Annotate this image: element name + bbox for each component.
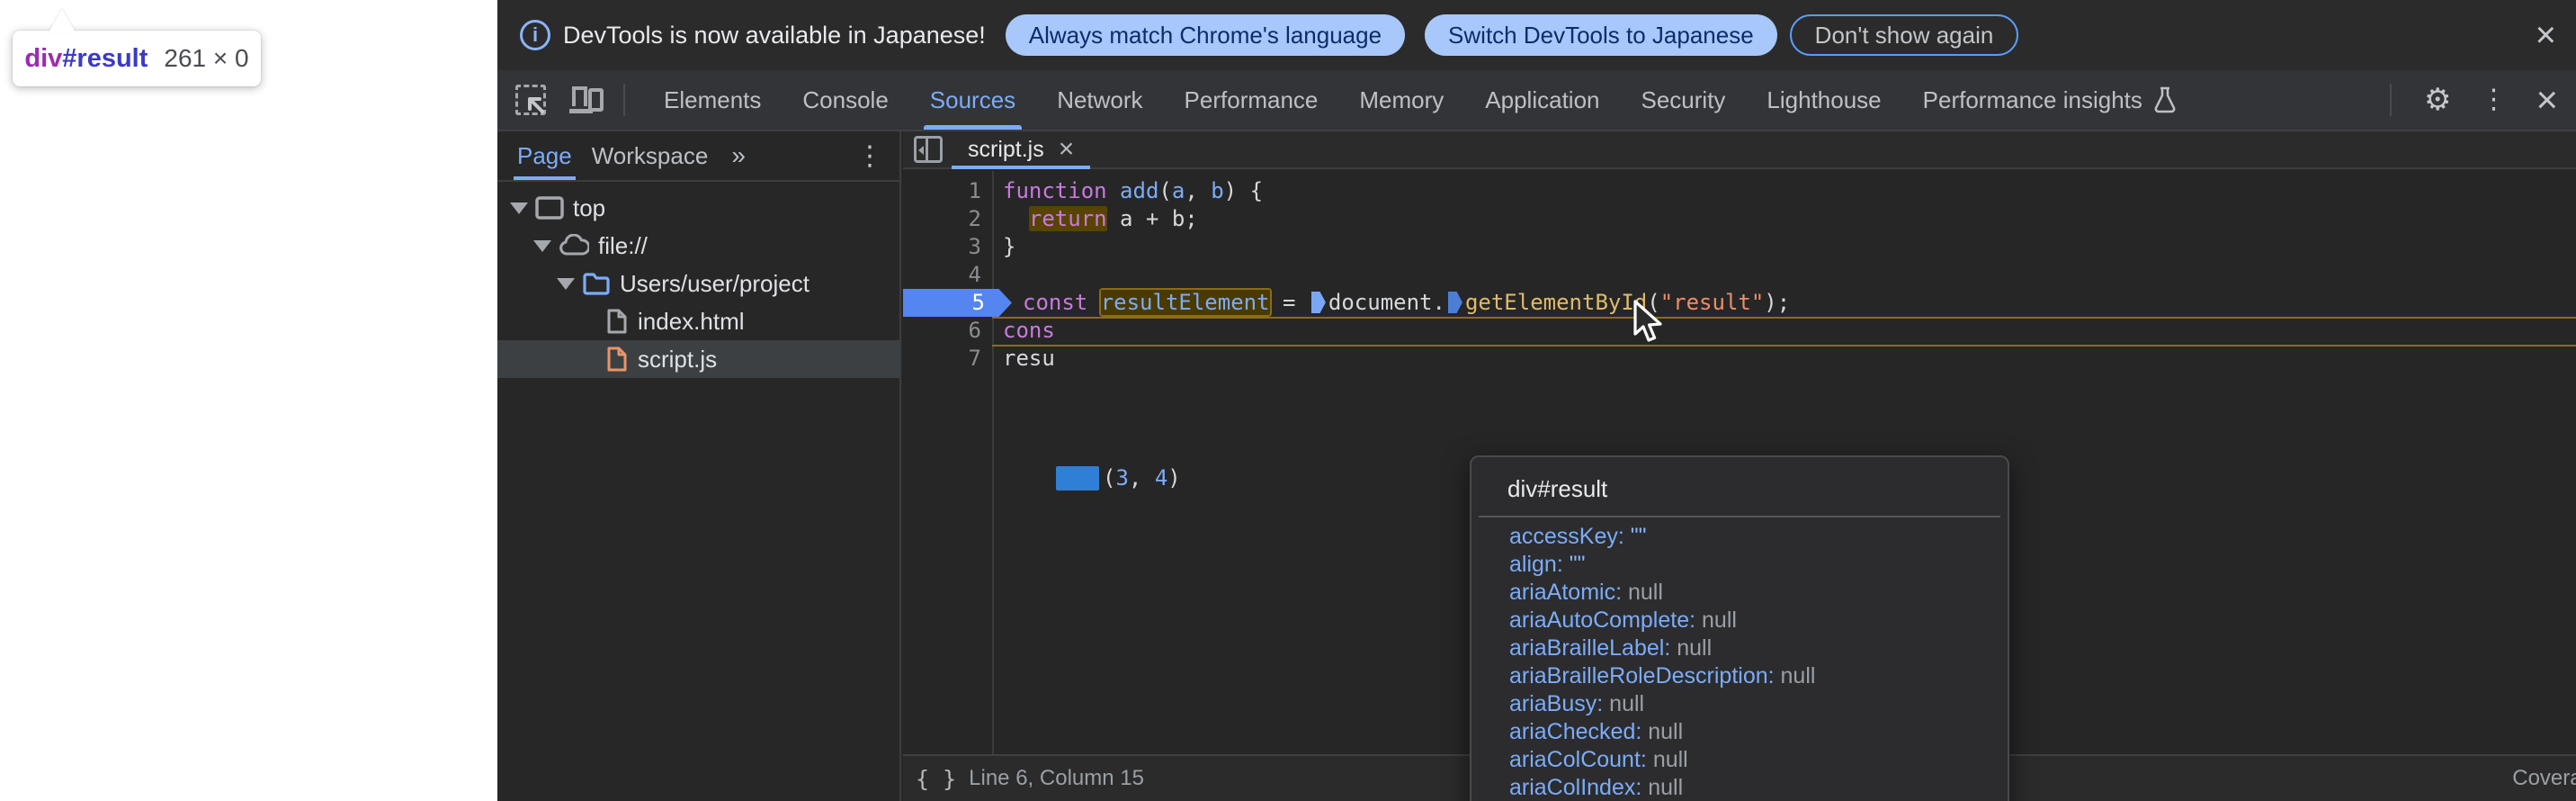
devtools-toolbar: Elements Console Sources Network Perform…: [497, 70, 2576, 131]
line-number[interactable]: 1: [903, 177, 992, 205]
file-tree: top file:// Users/user/project index.htm…: [497, 182, 899, 378]
toolbar-right-controls: ⚙ ⋮ ×: [2372, 81, 2576, 119]
property-row: ariaBusy: null: [1471, 690, 2008, 718]
code-line-3: 3 }: [903, 233, 2576, 261]
property-row: align: "": [1471, 551, 2008, 579]
popover-title: div#result: [1507, 475, 2008, 503]
more-tabs-icon[interactable]: »: [731, 141, 747, 170]
element-id: #result: [62, 44, 148, 73]
devtools-close-icon[interactable]: ×: [2536, 81, 2558, 119]
tooltip-arrow: [49, 9, 76, 32]
navigator-header: Page Workspace » ⋮: [497, 131, 899, 182]
tab-console[interactable]: Console: [782, 70, 908, 130]
dont-show-again-button[interactable]: Don't show again: [1790, 14, 2019, 56]
navigator-tab-page[interactable]: Page: [517, 131, 572, 180]
tree-item-script-js[interactable]: script.js: [497, 340, 899, 378]
tab-lighthouse[interactable]: Lighthouse: [1746, 70, 1901, 130]
notification-message: DevTools is now available in Japanese!: [563, 22, 986, 50]
device-toolbar-icon[interactable]: [569, 85, 605, 115]
tab-network[interactable]: Network: [1036, 70, 1163, 130]
code-line-7: 7 resu: [903, 345, 2576, 373]
line-number[interactable]: 4: [903, 261, 992, 289]
tree-item-index-html[interactable]: index.html: [497, 302, 899, 340]
property-row: ariaBrailleLabel: null: [1471, 634, 2008, 662]
navigator-tab-workspace[interactable]: Workspace: [592, 131, 709, 180]
code-line-2: 2 return a + b;: [903, 205, 2576, 233]
code-line-5: 5 const resultElement = document.getElem…: [903, 289, 2576, 317]
cursor-position: Line 6, Column 15: [969, 766, 1144, 791]
inspect-element-icon[interactable]: [515, 85, 546, 115]
element-dimensions: 261 × 0: [164, 44, 248, 73]
execution-pointer[interactable]: 5: [903, 289, 1012, 317]
property-row: accessKey: "": [1471, 523, 2008, 551]
source-editor: script.js × 1 function add(a, b) { 2 ret…: [903, 131, 2576, 801]
frame-icon: [535, 195, 564, 220]
line-number[interactable]: 2: [903, 205, 992, 233]
line-number[interactable]: 7: [903, 345, 992, 373]
chevron-down-icon: [557, 278, 575, 290]
element-tag: div: [24, 44, 62, 73]
cloud-icon: [559, 234, 589, 257]
tree-item-file-protocol[interactable]: file://: [497, 227, 899, 265]
switch-devtools-japanese-button[interactable]: Switch DevTools to Japanese: [1425, 14, 1777, 56]
screenshot-root: div#result 261 × 0 i DevTools is now ava…: [0, 0, 2576, 801]
tab-close-icon[interactable]: ×: [1059, 136, 1075, 163]
devtools-window: i DevTools is now available in Japanese!…: [497, 0, 2576, 801]
mouse-cursor: [1632, 300, 1671, 345]
chevron-down-icon: [510, 202, 528, 214]
property-row: ariaBrailleRoleDescription: null: [1471, 662, 2008, 690]
property-row: ariaColCount: null: [1471, 746, 2008, 774]
pretty-print-icon[interactable]: { }: [916, 766, 956, 792]
tab-performance[interactable]: Performance: [1164, 70, 1339, 130]
tab-performance-insights[interactable]: Performance insights: [1902, 70, 2197, 130]
element-size-tooltip: div#result 261 × 0: [13, 31, 261, 86]
inline-breakpoint-marker[interactable]: [1448, 292, 1462, 313]
notification-bar: i DevTools is now available in Japanese!…: [497, 0, 2576, 70]
tab-memory[interactable]: Memory: [1338, 70, 1464, 130]
navigator-panel: Page Workspace » ⋮ top file://: [497, 131, 901, 801]
code-line-4: 4: [903, 261, 2576, 289]
tab-elements[interactable]: Elements: [643, 70, 782, 130]
hide-navigator-icon[interactable]: [914, 136, 943, 163]
overflow-menu-icon[interactable]: ⋮: [2480, 86, 2507, 113]
editor-tabstrip: script.js ×: [903, 131, 2576, 169]
continue-to-marker[interactable]: return: [1029, 206, 1107, 231]
panel-tabs: Elements Console Sources Network Perform…: [643, 70, 2197, 130]
info-icon: i: [520, 20, 550, 50]
tab-security[interactable]: Security: [1621, 70, 1747, 130]
selection-highlight: [1056, 466, 1099, 490]
notification-close-icon[interactable]: ×: [2536, 17, 2556, 53]
property-row: ariaColIndex: null: [1471, 774, 2008, 801]
match-chrome-language-button[interactable]: Always match Chrome's language: [1006, 14, 1405, 56]
call-args-text: ((3, 4)3, 4): [1103, 464, 1181, 492]
flask-icon: [2153, 86, 2177, 113]
file-icon: [605, 346, 629, 373]
tab-sources[interactable]: Sources: [909, 70, 1036, 130]
popover-divider: [1479, 516, 2000, 518]
property-row: ariaChecked: null: [1471, 718, 2008, 746]
property-row: ariaAutoComplete: null: [1471, 607, 2008, 634]
toolbar-divider: [623, 84, 625, 116]
code-line-6: 6 cons ((3, 4)3, 4): [903, 317, 2576, 345]
property-row: ariaAtomic: null: [1471, 579, 2008, 607]
editor-tab-script-js[interactable]: script.js ×: [952, 131, 1090, 167]
navigator-menu-icon[interactable]: ⋮: [856, 140, 883, 172]
hovered-variable[interactable]: resultElement: [1101, 290, 1270, 315]
tab-application[interactable]: Application: [1464, 70, 1620, 130]
tree-item-top[interactable]: top: [497, 189, 899, 227]
object-preview-popover: div#result accessKey: "" align: "" ariaA…: [1470, 455, 2009, 801]
chevron-down-icon: [533, 240, 551, 252]
line-number[interactable]: 6: [903, 317, 992, 345]
code-line-1: 1 function add(a, b) {: [903, 177, 2576, 205]
inline-breakpoint-marker[interactable]: [1311, 292, 1326, 313]
line-number[interactable]: 3: [903, 233, 992, 261]
folder-icon: [582, 271, 611, 296]
settings-gear-icon[interactable]: ⚙: [2424, 85, 2451, 115]
coverage-status: Coverage: n/a: [2512, 766, 2576, 791]
element-selector: div#result: [24, 44, 148, 74]
tree-item-project-folder[interactable]: Users/user/project: [497, 265, 899, 302]
inspected-page: div#result 261 × 0: [0, 0, 497, 801]
file-icon: [605, 308, 629, 335]
